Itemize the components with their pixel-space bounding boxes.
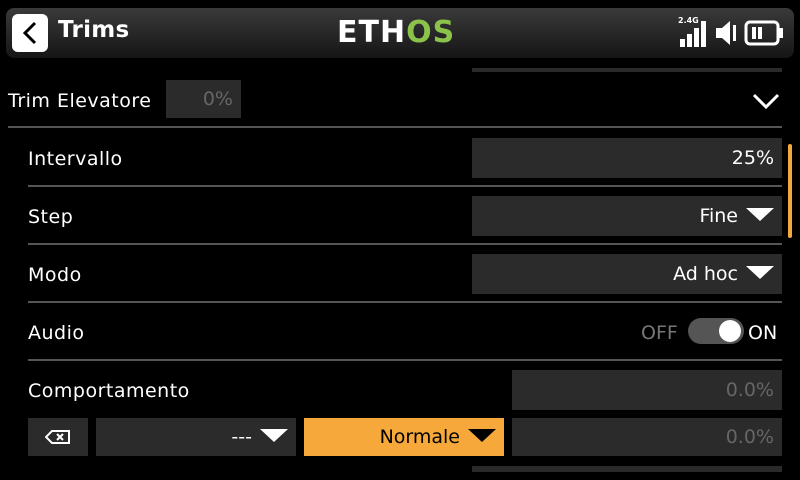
back-button[interactable] [12, 14, 48, 52]
dropdown-caret-icon [746, 266, 774, 279]
toggle-knob [719, 320, 741, 342]
comportamento-value-2[interactable]: 0.0% [512, 418, 782, 456]
ethos-logo: ETHOS [337, 16, 455, 50]
trim-elevator-label: Trim Elevatore [8, 90, 152, 112]
separator [28, 243, 782, 245]
logo-os: OS [406, 15, 456, 50]
speaker-icon [716, 21, 736, 45]
modo-label: Modo [28, 264, 82, 286]
modo-select[interactable]: Ad hoc [472, 254, 782, 294]
signal-icon [680, 21, 706, 47]
page-title: Trims [58, 17, 130, 43]
source-select[interactable]: --- [96, 418, 296, 456]
dropdown-caret-icon [746, 208, 774, 221]
source-value: --- [231, 426, 252, 448]
status-icons: 2.4G [676, 16, 788, 49]
logo-eth: ETH [337, 15, 407, 50]
audio-label: Audio [28, 322, 85, 344]
scrollbar[interactable] [788, 144, 792, 238]
separator [28, 301, 782, 303]
trim-elevator-value: 0% [166, 80, 241, 118]
audio-off-label: OFF [641, 322, 678, 344]
audio-on-label: ON [748, 322, 778, 344]
modo-value: Ad hoc [673, 263, 738, 285]
separator [28, 185, 782, 187]
clear-icon [45, 430, 70, 444]
expand-chevron-icon[interactable] [752, 92, 780, 110]
clear-button[interactable] [28, 418, 88, 456]
comportamento-value-1[interactable]: 0.0% [512, 370, 782, 410]
separator [28, 359, 782, 361]
bottom-partial-field [472, 466, 782, 472]
audio-toggle[interactable] [688, 318, 744, 344]
dropdown-caret-icon [468, 429, 496, 442]
separator [8, 126, 782, 128]
back-arrow-icon [22, 21, 37, 45]
step-label: Step [28, 206, 74, 228]
mode-select[interactable]: Normale [304, 418, 504, 456]
step-value: Fine [699, 205, 738, 227]
battery-icon [744, 20, 783, 46]
mode-value: Normale [379, 426, 460, 448]
intervallo-field[interactable]: 25% [472, 138, 782, 178]
comportamento-label: Comportamento [28, 380, 190, 402]
top-partial-field [472, 68, 782, 72]
header: Trims ETHOS 2.4G [0, 0, 800, 66]
step-select[interactable]: Fine [472, 196, 782, 236]
intervallo-label: Intervallo [28, 148, 123, 170]
dropdown-caret-icon [260, 429, 288, 442]
